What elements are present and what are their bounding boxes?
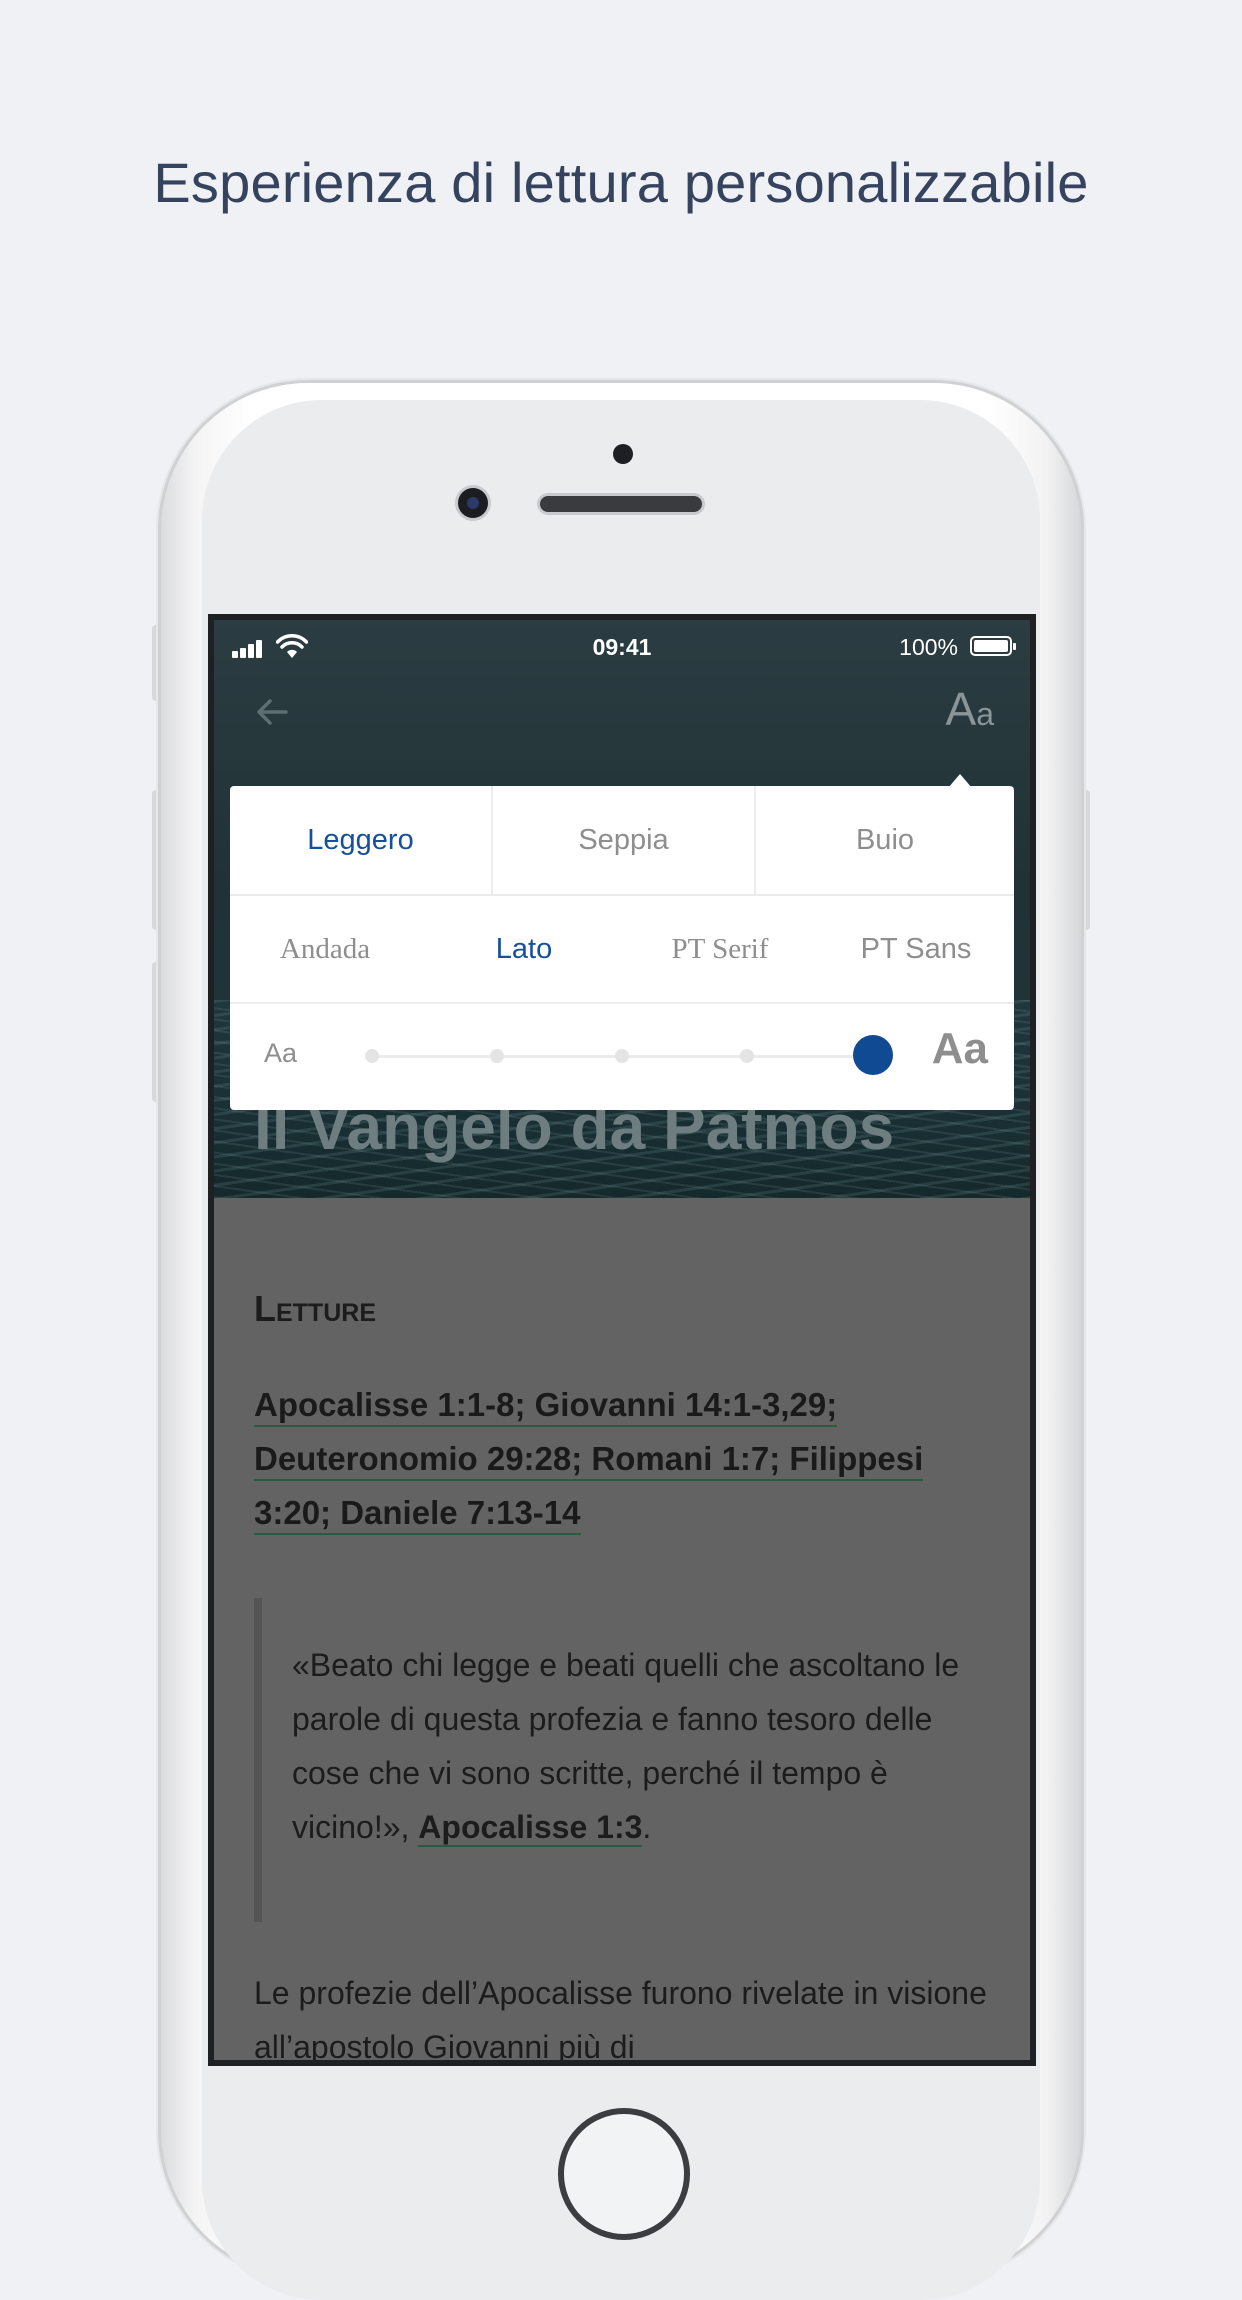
theme-option-leggero[interactable]: Leggero (230, 786, 491, 894)
blockquote: «Beato chi legge e beati quelli che asco… (254, 1598, 984, 1922)
section-heading: Letture (254, 1288, 376, 1329)
battery-percentage: 100% (899, 634, 958, 660)
arrow-left-icon[interactable] (250, 690, 294, 734)
font-toggle-small: a (976, 696, 994, 732)
text-size-icon[interactable]: Aa (946, 682, 994, 736)
article-content: Letture Apocalisse 1:1-8; Giovanni 14:1-… (214, 1198, 1030, 2060)
text-size-slider-row: Aa Aa (230, 1004, 1014, 1110)
quote-reference-link[interactable]: Apocalisse 1:3 (418, 1809, 643, 1847)
earpiece-speaker (540, 496, 702, 512)
slider-step-4[interactable] (740, 1049, 754, 1063)
reading-settings-popover: Leggero Seppia Buio Andada Lato PT Serif… (230, 786, 1014, 1110)
font-option-lato[interactable]: Lato (426, 896, 622, 1002)
marketing-headline: Esperienza di lettura personalizzabile (153, 151, 1089, 214)
slider-step-3[interactable] (615, 1049, 629, 1063)
theme-option-seppia[interactable]: Seppia (493, 786, 754, 894)
slider-step-1[interactable] (365, 1049, 379, 1063)
theme-selector: Leggero Seppia Buio (230, 786, 1014, 896)
font-selector: Andada Lato PT Serif PT Sans (230, 896, 1014, 1004)
proximity-sensor (613, 444, 633, 464)
size-large-label: Aa (931, 1024, 988, 1073)
theme-option-buio[interactable]: Buio (756, 786, 1014, 894)
app-screen: 09:41 100% Aa Il Vangelo da Patmos Lettu… (214, 620, 1030, 2060)
text-size-slider-thumb[interactable] (853, 1035, 893, 1075)
body-paragraph: Le profezie dell’Apocalisse furono rivel… (254, 1975, 987, 2060)
home-button[interactable] (558, 2108, 690, 2240)
font-option-pt-serif[interactable]: PT Serif (622, 896, 818, 1002)
battery-icon (970, 636, 1016, 656)
font-option-pt-sans[interactable]: PT Sans (818, 896, 1014, 1002)
reference-links[interactable]: Apocalisse 1:1-8; Giovanni 14:1-3,29; De… (254, 1386, 924, 1535)
font-toggle-big: A (945, 683, 977, 735)
font-option-andada[interactable]: Andada (230, 896, 420, 1002)
quote-text-block: «Beato chi legge e beati quelli che asco… (292, 1638, 972, 1854)
status-bar: 09:41 100% (214, 620, 1030, 676)
front-camera (458, 488, 488, 518)
quote-period: . (642, 1809, 652, 1845)
slider-step-2[interactable] (490, 1049, 504, 1063)
size-small-label: Aa (264, 1038, 298, 1068)
reading-references: Apocalisse 1:1-8; Giovanni 14:1-3,29; De… (254, 1378, 994, 1540)
